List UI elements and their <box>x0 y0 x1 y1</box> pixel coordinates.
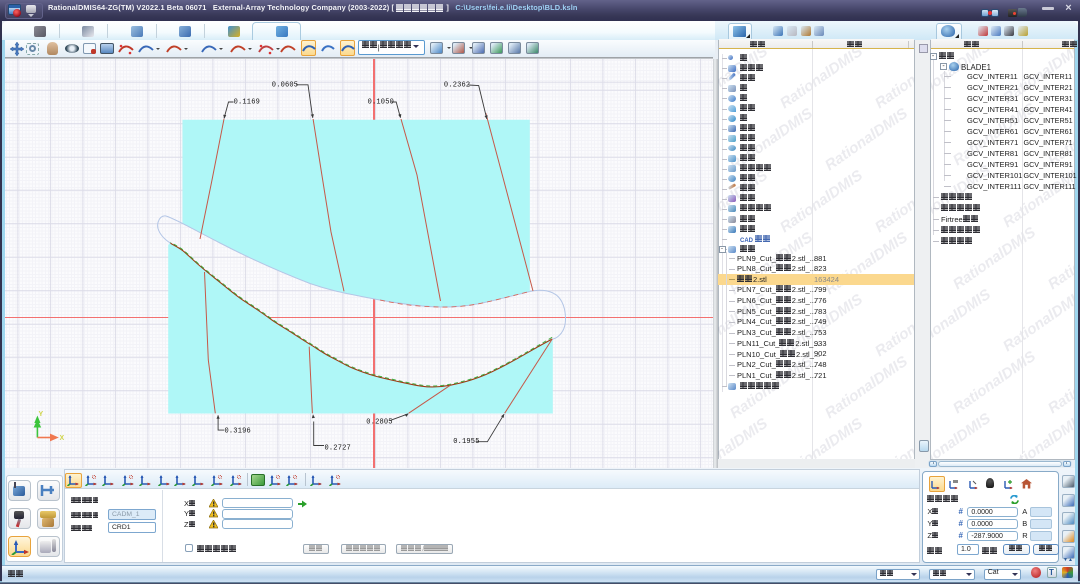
svg-text:0.2805: 0.2805 <box>366 419 392 427</box>
svg-text:0.2362: 0.2362 <box>444 82 470 90</box>
svg-text:0.1955: 0.1955 <box>453 438 479 446</box>
svg-text:0.0605: 0.0605 <box>272 81 298 89</box>
svg-text:0.1169: 0.1169 <box>234 99 260 107</box>
svg-text:0.1050: 0.1050 <box>368 99 394 107</box>
svg-text:X: X <box>60 435 65 442</box>
svg-text:0.3196: 0.3196 <box>225 428 251 436</box>
svg-text:0.2727: 0.2727 <box>325 445 351 453</box>
svg-text:Y: Y <box>39 411 44 418</box>
